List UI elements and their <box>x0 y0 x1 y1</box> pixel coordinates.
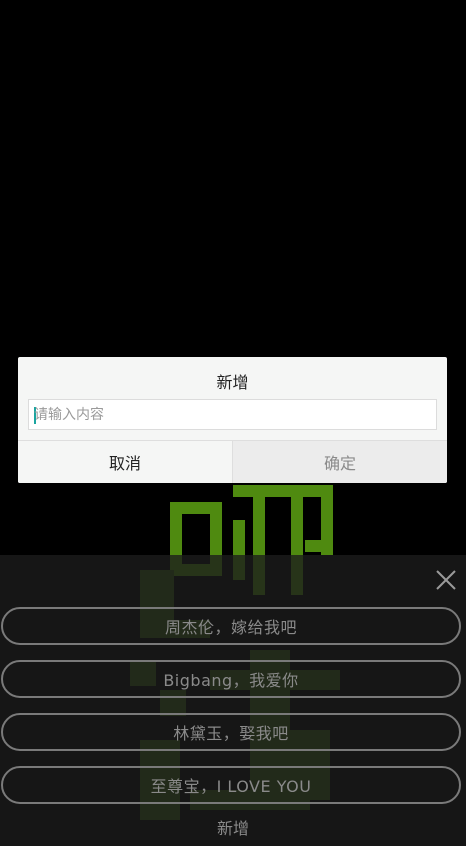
option-label: Bigbang，我爱你 <box>163 671 299 690</box>
option-label: 林黛玉，娶我吧 <box>173 724 289 743</box>
option-label: 至尊宝，I LOVE YOU <box>150 777 312 796</box>
screen: 周杰伦，嫁给我吧 Bigbang，我爱你 林黛玉，娶我吧 至尊宝，I LOVE … <box>0 0 466 846</box>
bottom-sheet: 周杰伦，嫁给我吧 Bigbang，我爱你 林黛玉，娶我吧 至尊宝，I LOVE … <box>0 555 466 846</box>
content-input[interactable] <box>33 400 432 429</box>
cancel-button[interactable]: 取消 <box>18 441 232 483</box>
input-container <box>28 399 437 430</box>
option-label: 周杰伦，嫁给我吧 <box>164 618 297 637</box>
add-option-button[interactable]: 新增 <box>0 815 466 839</box>
option-button-3[interactable]: 林黛玉，娶我吧 <box>1 713 461 751</box>
dialog-title: 新增 <box>216 373 249 392</box>
confirm-button[interactable]: 确定 <box>233 441 447 483</box>
close-icon[interactable] <box>434 568 458 592</box>
option-button-1[interactable]: 周杰伦，嫁给我吧 <box>1 607 461 645</box>
add-dialog: 新增 取消 确定 <box>18 357 447 483</box>
option-button-4[interactable]: 至尊宝，I LOVE YOU <box>1 766 461 804</box>
option-button-2[interactable]: Bigbang，我爱你 <box>1 660 461 698</box>
